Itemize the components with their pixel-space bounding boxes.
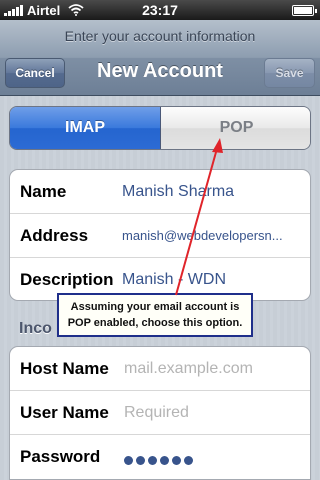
user-name-label: User Name [20,403,109,422]
host-name-label: Host Name [20,359,109,378]
incoming-section-header: Inco [19,320,52,337]
address-field[interactable]: manish@webdevelopersn... [122,214,304,258]
password-label: Password [20,447,101,466]
name-field[interactable]: Manish Sharma [122,170,304,214]
navigation-bar: Enter your account information Cancel Ne… [0,20,320,96]
account-type-segmented-control: IMAP POP [9,106,311,150]
segment-pop[interactable]: POP [161,107,310,149]
user-name-row[interactable]: User Name Required [10,391,310,435]
address-row[interactable]: Address manish@webdevelopersn... [10,214,310,258]
status-bar: Airtel 23:17 [0,0,320,20]
password-field[interactable] [124,452,196,470]
address-label: Address [20,226,89,245]
incoming-server-group: Host Name mail.example.com User Name Req… [9,346,311,480]
user-name-field[interactable]: Required [124,391,304,435]
name-row[interactable]: Name Manish Sharma [10,170,310,214]
save-button[interactable]: Save [264,58,315,88]
password-row[interactable]: Password [10,435,310,479]
account-info-group: Name Manish Sharma Address manish@webdev… [9,169,311,301]
host-name-row[interactable]: Host Name mail.example.com [10,347,310,391]
nav-prompt: Enter your account information [64,28,256,44]
name-label: Name [20,182,67,201]
battery-icon [292,5,317,16]
host-name-field[interactable]: mail.example.com [124,347,304,391]
segment-imap[interactable]: IMAP [10,107,161,149]
annotation-callout: Assuming your email account is POP enabl… [57,293,253,337]
clock: 23:17 [142,2,178,18]
